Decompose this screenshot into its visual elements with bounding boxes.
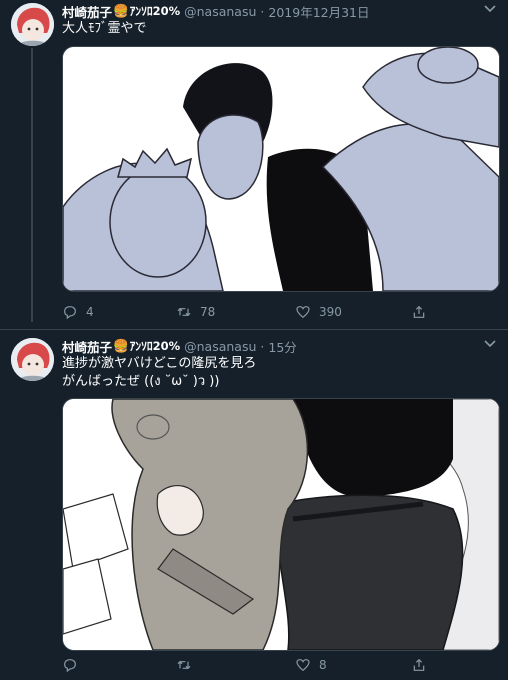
retweet-count: 78: [200, 305, 216, 319]
like-button[interactable]: 8: [295, 657, 327, 673]
author-handle[interactable]: @nasanasu: [184, 4, 256, 19]
heart-icon: [296, 306, 310, 319]
avatar[interactable]: [11, 338, 54, 381]
share-icon: [413, 305, 425, 318]
burger-emoji: 🍔: [113, 3, 129, 18]
separator-dot: ·: [260, 3, 265, 19]
separator-dot: ·: [260, 338, 265, 354]
reply-icon: [64, 659, 76, 673]
name-suffix: ｱﾝｿﾛ20%: [129, 339, 181, 353]
name-suffix: ｱﾝｿﾛ20%: [129, 4, 181, 18]
retweet-button[interactable]: 78: [176, 304, 215, 320]
tweet-1[interactable]: 村崎茄子 🍔 ｱﾝｿﾛ20% @nasanasu · 2019年12月31日 大…: [0, 0, 508, 330]
reply-icon: [64, 306, 76, 320]
timestamp[interactable]: 2019年12月31日: [268, 2, 369, 21]
author-name[interactable]: 村崎茄子: [62, 337, 112, 356]
avatar[interactable]: [11, 3, 54, 46]
share-button[interactable]: [411, 657, 435, 673]
retweet-icon: [177, 660, 191, 670]
tweet-divider: [0, 329, 508, 330]
chevron-down-icon[interactable]: [484, 4, 496, 14]
like-count: 390: [319, 305, 342, 319]
tweet-header: 村崎茄子 🍔 ｱﾝｿﾛ20% @nasanasu · 15分: [62, 337, 297, 355]
timestamp[interactable]: 15分: [268, 337, 296, 356]
tweet-header: 村崎茄子 🍔 ｱﾝｿﾛ20% @nasanasu · 2019年12月31日: [62, 2, 370, 20]
tweet-image[interactable]: [62, 46, 500, 292]
tweet-text-line-2: がんばったぜ ((ง ˘ω˘ )ว )): [62, 374, 220, 389]
share-icon: [413, 658, 425, 671]
tweet-text: 大人ﾓﾌﾞ霊やで: [62, 21, 147, 36]
chevron-down-icon[interactable]: [484, 339, 496, 349]
like-count: 8: [319, 658, 327, 672]
reply-button[interactable]: [62, 657, 86, 673]
retweet-icon: [177, 307, 191, 317]
tweet-image[interactable]: [62, 398, 500, 651]
author-name[interactable]: 村崎茄子: [62, 2, 112, 21]
tweet-actions: 8: [62, 655, 482, 675]
author-handle[interactable]: @nasanasu: [184, 339, 256, 354]
reply-count: 4: [86, 305, 94, 319]
like-button[interactable]: 390: [295, 304, 342, 320]
tweet-actions: 4 78 390: [62, 302, 482, 322]
tweet-text-line-1: 進捗が激ヤバけどこの隆尻を見ろ: [62, 356, 257, 371]
reply-button[interactable]: 4: [62, 304, 94, 320]
tweet-2[interactable]: 村崎茄子 🍔 ｱﾝｿﾛ20% @nasanasu · 15分 進捗が激ヤバけどこ…: [0, 335, 508, 680]
thread-line: [31, 48, 33, 322]
burger-emoji: 🍔: [113, 338, 129, 353]
heart-icon: [296, 659, 310, 672]
share-button[interactable]: [411, 304, 435, 320]
retweet-button[interactable]: [176, 657, 200, 673]
